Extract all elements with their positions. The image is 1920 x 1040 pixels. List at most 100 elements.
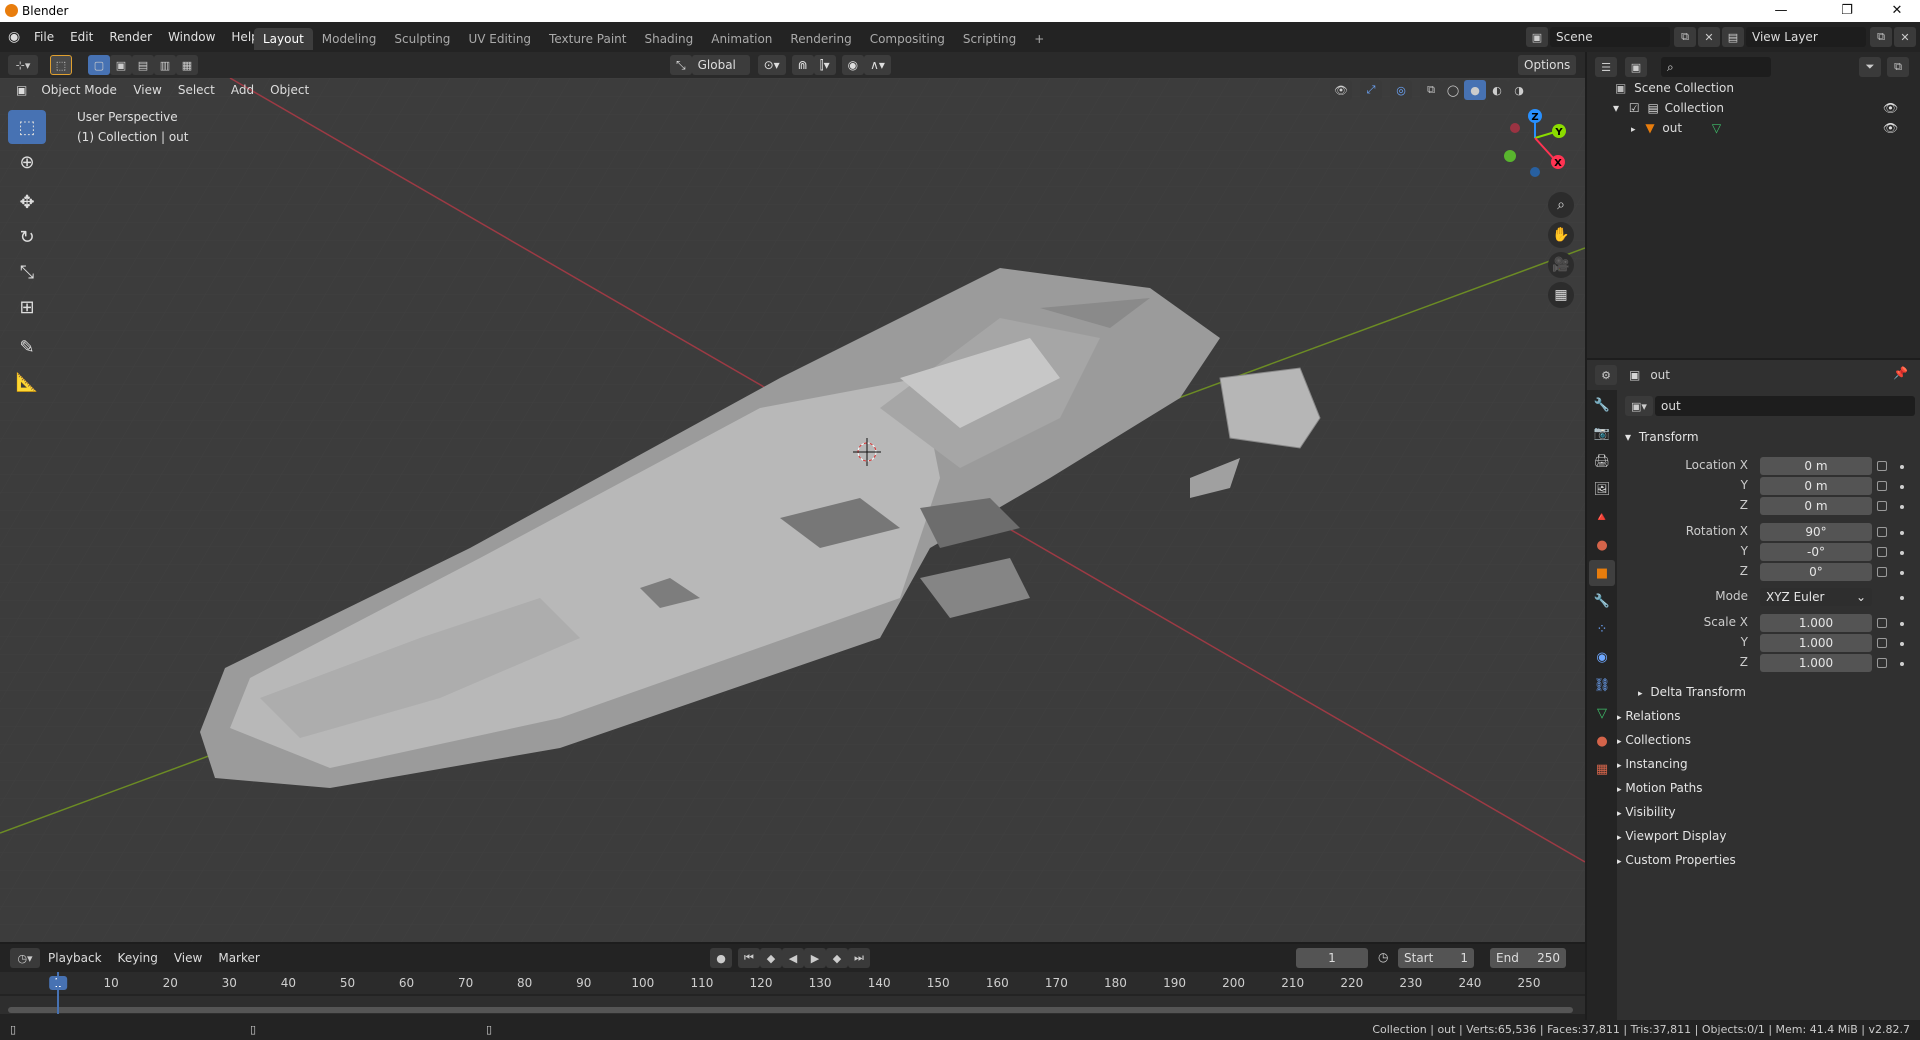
tab-animation[interactable]: Animation [702, 28, 781, 50]
camera-view-icon[interactable]: 🎥 [1548, 252, 1574, 278]
select-box-tool-icon[interactable]: ⬚ [8, 110, 46, 144]
keyframe-dot-icon[interactable] [1900, 485, 1904, 489]
3d-viewport[interactable]: Z Y X ▣ Object Mode View Select Add Obje… [0, 78, 1585, 942]
view-layer-browse-icon[interactable]: ▤ [1722, 27, 1744, 47]
collection-row[interactable]: ▾ ☑ ▤ Collection 👁 [1613, 98, 1913, 118]
delete-view-layer-icon[interactable]: ✕ [1894, 27, 1916, 47]
overlays-icon[interactable]: ◎ [1390, 80, 1412, 100]
select-difference-icon[interactable]: ▥ [154, 55, 176, 75]
tab-scripting[interactable]: Scripting [954, 28, 1025, 50]
visibility-icon[interactable]: 👁 [1330, 80, 1352, 100]
start-frame-field[interactable]: Start 1 [1398, 948, 1474, 968]
constraints-tab-icon[interactable]: ⛓ [1589, 672, 1615, 698]
menu-render[interactable]: Render [101, 22, 160, 52]
proportional-edit-icon[interactable]: ◉ [841, 55, 865, 75]
menu-add[interactable]: Add [223, 78, 262, 102]
scene-field[interactable]: Scene [1550, 27, 1670, 47]
measure-tool-icon[interactable]: 📐 [8, 365, 46, 399]
object-mode-select[interactable]: Object Mode [35, 80, 126, 100]
lock-icon[interactable] [1877, 618, 1887, 628]
material-tab-icon[interactable]: ● [1589, 728, 1615, 754]
rotation-x-field[interactable]: 90° [1760, 523, 1872, 541]
menu-object[interactable]: Object [262, 78, 317, 102]
outliner-editor-type-icon[interactable]: ☰ [1595, 57, 1617, 77]
tab-layout[interactable]: Layout [254, 28, 313, 50]
play-reverse-icon[interactable]: ◀ [782, 948, 804, 968]
filter-icon[interactable]: ⏷ [1859, 57, 1881, 77]
view-layer-field[interactable]: View Layer [1746, 27, 1866, 47]
tab-uv-editing[interactable]: UV Editing [459, 28, 540, 50]
menu-file[interactable]: File [26, 22, 62, 52]
move-tool-icon[interactable]: ✥ [8, 185, 46, 219]
wireframe-shading-icon[interactable]: ◯ [1442, 80, 1464, 100]
keyframe-dot-icon[interactable] [1900, 596, 1904, 600]
properties-editor-type-icon[interactable]: ⚙ [1595, 365, 1617, 385]
display-mode-icon[interactable]: ▣ [1625, 57, 1647, 77]
delete-scene-icon[interactable]: ✕ [1698, 27, 1720, 47]
location-y-field[interactable]: 0 m [1760, 477, 1872, 495]
play-icon[interactable]: ▶ [804, 948, 826, 968]
keyframe-dot-icon[interactable] [1900, 642, 1904, 646]
options-button[interactable]: Options [1518, 55, 1577, 75]
record-icon[interactable]: ● [710, 948, 732, 968]
keyframe-dot-icon[interactable] [1900, 662, 1904, 666]
lock-icon[interactable] [1877, 481, 1887, 491]
texture-tab-icon[interactable]: ▦ [1589, 756, 1615, 782]
custom-properties-panel-header[interactable]: ▸ Custom Properties [1617, 849, 1917, 871]
menu-view[interactable]: View [125, 78, 169, 102]
object-mode-icon[interactable]: ▣ [10, 80, 34, 100]
pin-icon[interactable]: 📌 [1893, 366, 1908, 380]
scene-browse-icon[interactable]: ▣ [1526, 27, 1548, 47]
lock-icon[interactable] [1877, 461, 1887, 471]
timeline-editor-type-icon[interactable]: ◷▾ [10, 948, 40, 968]
location-x-field[interactable]: 0 m [1760, 457, 1872, 475]
playhead[interactable] [57, 972, 59, 1014]
scale-tool-icon[interactable]: ⤡ [8, 255, 46, 289]
select-tool-icon[interactable]: ⬚ [50, 55, 72, 75]
snap-icon[interactable]: ⋒ [791, 55, 814, 75]
tab-rendering[interactable]: Rendering [781, 28, 860, 50]
lock-icon[interactable] [1877, 501, 1887, 511]
transform-tool-icon[interactable]: ⊞ [8, 290, 46, 324]
new-collection-icon[interactable]: ⧉ [1887, 57, 1909, 77]
tab-sculpting[interactable]: Sculpting [385, 28, 459, 50]
pivot-point-icon[interactable]: ⊙▾ [757, 55, 786, 75]
tab-modeling[interactable]: Modeling [313, 28, 386, 50]
menu-playback[interactable]: Playback [40, 948, 110, 968]
menu-keying[interactable]: Keying [110, 948, 166, 968]
relations-panel-header[interactable]: ▸ Relations [1617, 705, 1917, 727]
keyframe-dot-icon[interactable] [1900, 505, 1904, 509]
tab-shading[interactable]: Shading [635, 28, 702, 50]
select-extend-icon[interactable]: ▣ [110, 55, 132, 75]
falloff-icon[interactable]: ∧▾ [864, 55, 891, 75]
zoom-icon[interactable]: ⌕ [1548, 192, 1574, 218]
keyframe-dot-icon[interactable] [1900, 465, 1904, 469]
frame-ruler[interactable]: 1102030405060708090100110120130140150160… [0, 972, 1585, 994]
rotate-tool-icon[interactable]: ↻ [8, 220, 46, 254]
lock-icon[interactable] [1877, 547, 1887, 557]
visibility-panel-header[interactable]: ▸ Visibility [1617, 801, 1917, 823]
collections-panel-header[interactable]: ▸ Collections [1617, 729, 1917, 751]
new-scene-icon[interactable]: ⧉ [1674, 27, 1696, 47]
scale-y-field[interactable]: 1.000 [1760, 634, 1872, 652]
menu-window[interactable]: Window [160, 22, 223, 52]
menu-edit[interactable]: Edit [62, 22, 101, 52]
timeline-scrollbar[interactable] [8, 1007, 1573, 1013]
lock-icon[interactable] [1877, 638, 1887, 648]
scale-z-field[interactable]: 1.000 [1760, 654, 1872, 672]
collection-checkbox[interactable]: ☑ [1629, 101, 1640, 115]
current-frame-field[interactable]: 1 [1296, 948, 1368, 968]
object-name-field[interactable]: out [1655, 396, 1915, 416]
transform-panel-header[interactable]: ▾ Transform [1625, 426, 1920, 448]
material-shading-icon[interactable]: ◐ [1486, 80, 1508, 100]
rotation-y-field[interactable]: -0° [1760, 543, 1872, 561]
tab-texture-paint[interactable]: Texture Paint [540, 28, 635, 50]
lock-icon[interactable] [1877, 567, 1887, 577]
end-frame-field[interactable]: End 250 [1490, 948, 1566, 968]
jump-start-icon[interactable]: ⏮ [738, 948, 760, 968]
viewport-display-panel-header[interactable]: ▸ Viewport Display [1617, 825, 1917, 847]
tab-compositing[interactable]: Compositing [861, 28, 954, 50]
restore-icon[interactable]: ❐ [1824, 0, 1870, 22]
select-new-icon[interactable]: ▢ [88, 55, 110, 75]
rotation-z-field[interactable]: 0° [1760, 563, 1872, 581]
